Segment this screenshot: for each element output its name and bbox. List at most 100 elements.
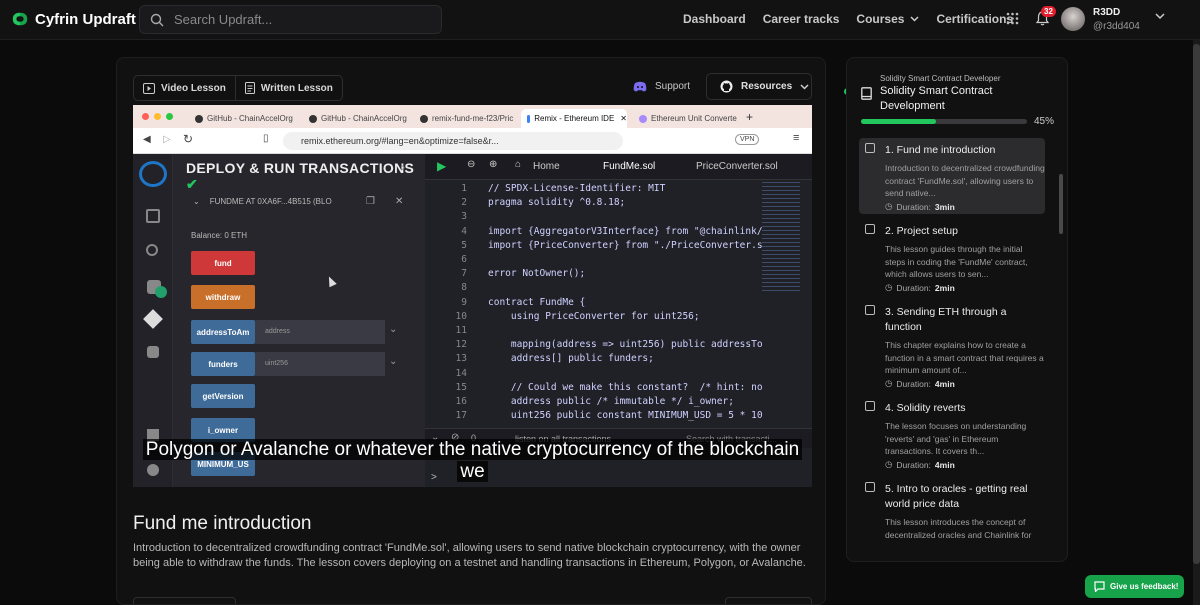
lesson-item[interactable]: 3. Sending ETH through a function This c…	[859, 300, 1045, 392]
top-navbar: Cyfrin Updraft Dashboard Career tracks C…	[0, 0, 1200, 40]
fund-button: fund	[191, 251, 255, 275]
code-line: address[] public funders;	[488, 353, 654, 365]
nav-courses[interactable]: Courses	[856, 12, 919, 26]
line-number: 6	[461, 254, 467, 265]
code-line: error NotOwner();	[488, 268, 586, 280]
debug-icon	[147, 346, 159, 358]
course-sidebar: Solidity Smart Contract Developer Solidi…	[846, 57, 1068, 562]
reload-icon: ↻	[183, 132, 194, 146]
search-bar[interactable]	[139, 5, 442, 34]
search-input[interactable]	[174, 12, 414, 27]
remix-panel-title-text: DEPLOY & RUN TRANSACTIONS	[186, 160, 415, 176]
funders-button: funders	[191, 352, 255, 376]
lesson-list-scroll-thumb[interactable]	[1059, 174, 1063, 234]
code-line: import {AggregatorV3Interface} from "@ch…	[488, 225, 763, 237]
lesson-checkbox[interactable]	[865, 401, 875, 411]
user-info[interactable]: R3DD @r3dd404	[1093, 7, 1140, 32]
main-nav: Dashboard Career tracks Courses Certific…	[683, 12, 1013, 26]
lesson-description: Introduction to decentralized crowdfundi…	[133, 542, 806, 569]
tab-written-lesson[interactable]: Written Lesson	[234, 76, 342, 100]
logo[interactable]: Cyfrin Updraft	[11, 10, 136, 28]
resources-button[interactable]: Resources	[706, 73, 812, 100]
nav-certifications[interactable]: Certifications	[936, 12, 1013, 26]
line-number: 16	[455, 396, 467, 407]
clock-icon: ◷	[885, 282, 893, 292]
lesson-item[interactable]: 2. Project setup This lesson guides thro…	[859, 219, 1045, 295]
video-player[interactable]: GitHub - ChainAccelOrg GitHub - ChainAcc…	[133, 105, 812, 487]
lesson-item-title: 5. Intro to oracles - getting real world…	[885, 483, 1028, 510]
lesson-item[interactable]: 5. Intro to oracles - getting real world…	[859, 477, 1045, 543]
browser-tab-label: remix-fund-me-f23/Pric	[432, 114, 514, 123]
browser-tab-strip: GitHub - ChainAccelOrg GitHub - ChainAcc…	[133, 105, 812, 128]
course-progress-bar	[861, 119, 1027, 124]
lesson-item-title: 1. Fund me introduction	[885, 144, 996, 156]
lesson-list: 1. Fund me introduction Introduction to …	[859, 138, 1045, 543]
browser-tab-label: GitHub - ChainAccelOrg	[207, 114, 293, 123]
avatar[interactable]	[1061, 7, 1085, 31]
support-link[interactable]: Support	[633, 81, 690, 92]
course-progress-fill	[861, 119, 936, 124]
close-icon: ✕	[395, 196, 404, 207]
clock-icon: ◷	[885, 201, 893, 211]
lesson-checkbox[interactable]	[865, 482, 875, 492]
feedback-button[interactable]: Give us feedback!	[1085, 575, 1184, 598]
duration-value: 2min	[934, 282, 955, 293]
copy-icon: ❐	[366, 196, 375, 207]
code-line: uint256 public constant MINIMUM_USD = 5 …	[488, 410, 763, 422]
github-icon	[195, 114, 203, 123]
line-number: 13	[455, 353, 467, 365]
lesson-list-scrollbar[interactable]	[1059, 138, 1064, 543]
nav-dashboard[interactable]: Dashboard	[683, 12, 746, 26]
discord-icon	[633, 81, 647, 92]
feedback-label: Give us feedback!	[1110, 582, 1179, 591]
lesson-view-tabs: Video Lesson Written Lesson	[133, 75, 343, 101]
browser-tab-label: Remix - Ethereum IDE	[534, 114, 615, 123]
next-button[interactable]	[725, 597, 812, 604]
lesson-item-desc: This chapter explains how to create a fu…	[885, 340, 1044, 375]
mouse-cursor-icon	[325, 274, 337, 288]
editor-tab-priceconverter: PriceConverter.sol	[696, 161, 778, 172]
remix-icon-bar	[133, 154, 173, 487]
nav-career-tracks[interactable]: Career tracks	[763, 12, 840, 26]
chevron-down-icon	[800, 83, 809, 90]
browser-tab-label: GitHub - ChainAccelOrg	[321, 114, 407, 123]
support-label: Support	[655, 81, 691, 92]
notification-badge: 32	[1041, 6, 1056, 17]
lesson-duration: ◷ Duration: 2min	[885, 282, 1045, 293]
duration-label: Duration:	[896, 282, 931, 293]
lesson-duration: ◷ Duration: 3min	[885, 201, 1045, 212]
course-progress-value: 45%	[1034, 116, 1055, 127]
search-icon	[146, 244, 158, 256]
lesson-checkbox[interactable]	[865, 224, 875, 234]
browser-url: remix.ethereum.org/#lang=en&optimize=fal…	[283, 132, 623, 150]
apps-grid-icon[interactable]	[1006, 12, 1019, 25]
lesson-item[interactable]: 4. Solidity reverts The lesson focuses o…	[859, 396, 1045, 474]
page-scrollbar[interactable]	[1193, 40, 1200, 605]
line-number: 10	[455, 310, 467, 322]
line-number: 11	[455, 325, 467, 336]
deploy-icon	[143, 309, 163, 329]
line-number: 2	[461, 197, 467, 209]
chevron-right-icon: ›	[401, 160, 405, 174]
previous-button[interactable]	[133, 597, 236, 604]
lesson-item[interactable]: 1. Fund me introduction Introduction to …	[859, 138, 1045, 214]
code-line: using PriceConverter for uint256;	[488, 310, 700, 322]
remix-ide: DEPLOY & RUN TRANSACTIONS ✔ › ⌄ FUNDME AT…	[133, 154, 812, 487]
line-number: 15	[455, 381, 467, 393]
chevron-down-icon[interactable]	[1155, 13, 1165, 20]
page-scroll-thumb[interactable]	[1193, 44, 1200, 564]
run-icon: ▶	[437, 159, 447, 173]
bookmark-icon: ▯	[263, 133, 269, 144]
lesson-checkbox[interactable]	[865, 143, 875, 153]
code-line: // Could we make this constant? /* hint:…	[488, 381, 763, 393]
chevron-down-icon: ⌄	[389, 324, 398, 335]
home-icon: ⌂	[515, 159, 522, 170]
document-icon	[244, 82, 255, 94]
tab-video-lesson[interactable]: Video Lesson	[134, 76, 235, 100]
lesson-item-desc: The lesson focuses on understanding 'rev…	[885, 421, 1027, 456]
check-badge-icon	[155, 286, 167, 298]
chevron-down-icon: ⌄	[389, 356, 398, 367]
duration-label: Duration:	[896, 459, 931, 470]
zoom-out-icon: ⊖	[467, 159, 476, 170]
lesson-checkbox[interactable]	[865, 305, 875, 315]
